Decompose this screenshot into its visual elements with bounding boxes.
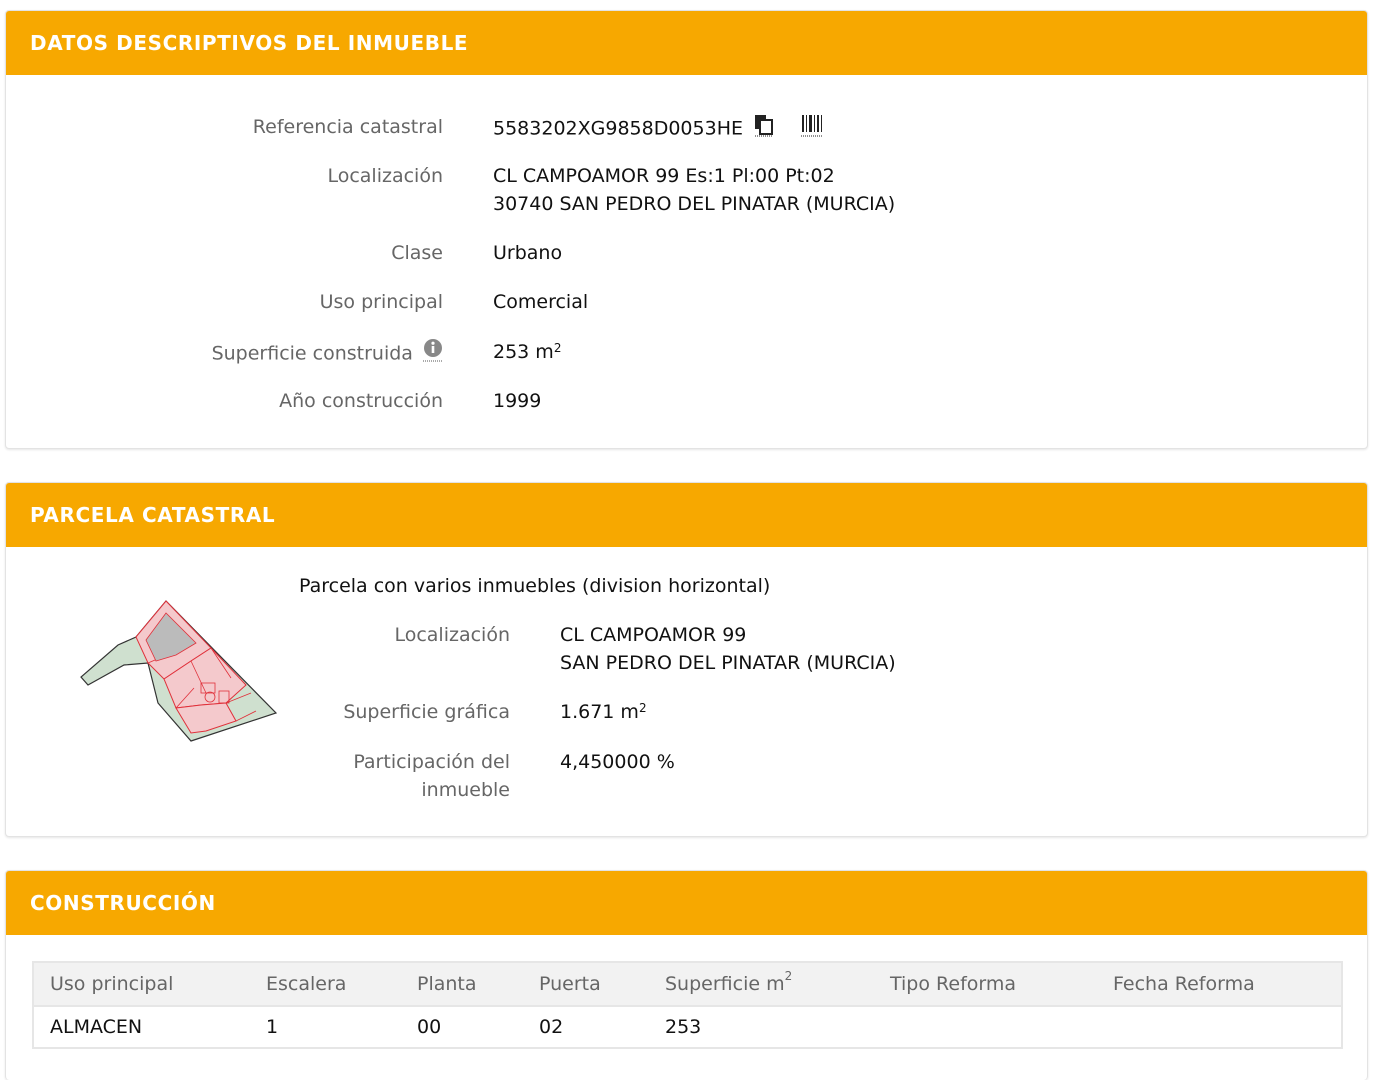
participacion-value: 4,450000 % (560, 751, 675, 773)
construccion-header-row: Uso principal Escalera Planta Puerta Sup… (33, 962, 1342, 1007)
table-row: ALMACEN 1 00 02 253 (33, 1006, 1342, 1048)
parcela-map[interactable] (76, 593, 286, 743)
superficie-construida-exp: 2 (553, 341, 562, 355)
col-planta: Planta (401, 962, 523, 1007)
barcode-icon[interactable] (801, 113, 824, 145)
superficie-grafica-value: 1.671 m2 (560, 698, 647, 726)
referencia-catastral-value: 5583202XG9858D0053HE (493, 113, 824, 145)
copy-icon[interactable] (753, 113, 775, 145)
superficie-construida-number: 253 m (493, 341, 554, 363)
localizacion-line2: 30740 SAN PEDRO DEL PINATAR (MURCIA) (493, 193, 896, 215)
cell-escalera: 1 (266, 1016, 279, 1038)
localizacion-label: Localización (327, 165, 443, 187)
cell-planta: 00 (417, 1016, 442, 1038)
superficie-grafica-label: Superficie gráfica (343, 701, 510, 723)
cell-uso-principal: ALMACEN (50, 1016, 143, 1038)
parcela-heading: Parcela con varios inmuebles (division h… (299, 575, 771, 597)
cell-superficie: 253 (665, 1016, 702, 1038)
col-superficie-text: Superficie m (665, 973, 785, 995)
superficie-construida-value: 253 m2 (493, 338, 561, 366)
col-escalera: Escalera (250, 962, 401, 1007)
col-superficie: Superficie m2 (649, 962, 874, 1007)
superficie-grafica-exp: 2 (638, 701, 647, 715)
parcela-catastral-title: PARCELA CATASTRAL (6, 483, 1367, 547)
superficie-grafica-number: 1.671 m (560, 701, 639, 723)
col-puerta: Puerta (523, 962, 649, 1007)
referencia-catastral-text: 5583202XG9858D0053HE (493, 117, 743, 140)
col-tipo-reforma: Tipo Reforma (874, 962, 1097, 1007)
col-superficie-exp: 2 (784, 969, 793, 983)
anio-construccion-label: Año construcción (279, 390, 443, 412)
participacion-label-line1: Participación del (353, 751, 510, 773)
parcela-catastral-panel: PARCELA CATASTRAL Parcela con varios inm… (5, 482, 1368, 837)
clase-label: Clase (391, 242, 443, 264)
parcela-localizacion-line1: CL CAMPOAMOR 99 (560, 624, 747, 646)
parcela-localizacion-label: Localización (394, 624, 510, 646)
clase-value: Urbano (493, 242, 563, 264)
datos-descriptivos-title: DATOS DESCRIPTIVOS DEL INMUEBLE (6, 11, 1367, 75)
datos-descriptivos-panel: DATOS DESCRIPTIVOS DEL INMUEBLE Referenc… (5, 10, 1368, 449)
uso-principal-label: Uso principal (319, 291, 443, 313)
superficie-construida-label: Superficie construida (106, 338, 443, 370)
col-fecha-reforma: Fecha Reforma (1097, 962, 1342, 1007)
construccion-panel: CONSTRUCCIÓN Uso principal Escalera Plan… (5, 870, 1368, 1080)
uso-principal-value: Comercial (493, 291, 589, 313)
cell-puerta: 02 (539, 1016, 564, 1038)
construccion-title: CONSTRUCCIÓN (6, 871, 1367, 935)
parcela-map-svg (80, 600, 278, 742)
col-uso-principal: Uso principal (33, 962, 250, 1007)
participacion-label-line2: inmueble (421, 779, 510, 801)
localizacion-line1: CL CAMPOAMOR 99 Es:1 Pl:00 Pt:02 (493, 165, 835, 187)
referencia-catastral-label: Referencia catastral (252, 116, 443, 138)
parcela-localizacion-line2: SAN PEDRO DEL PINATAR (MURCIA) (560, 652, 896, 674)
construccion-table: Uso principal Escalera Planta Puerta Sup… (32, 961, 1343, 1049)
anio-construccion-value: 1999 (493, 390, 542, 412)
superficie-construida-text: Superficie construida (211, 342, 413, 365)
cell-tipo-reforma (874, 1006, 1097, 1048)
info-icon[interactable] (423, 338, 443, 370)
cell-fecha-reforma (1097, 1006, 1342, 1048)
